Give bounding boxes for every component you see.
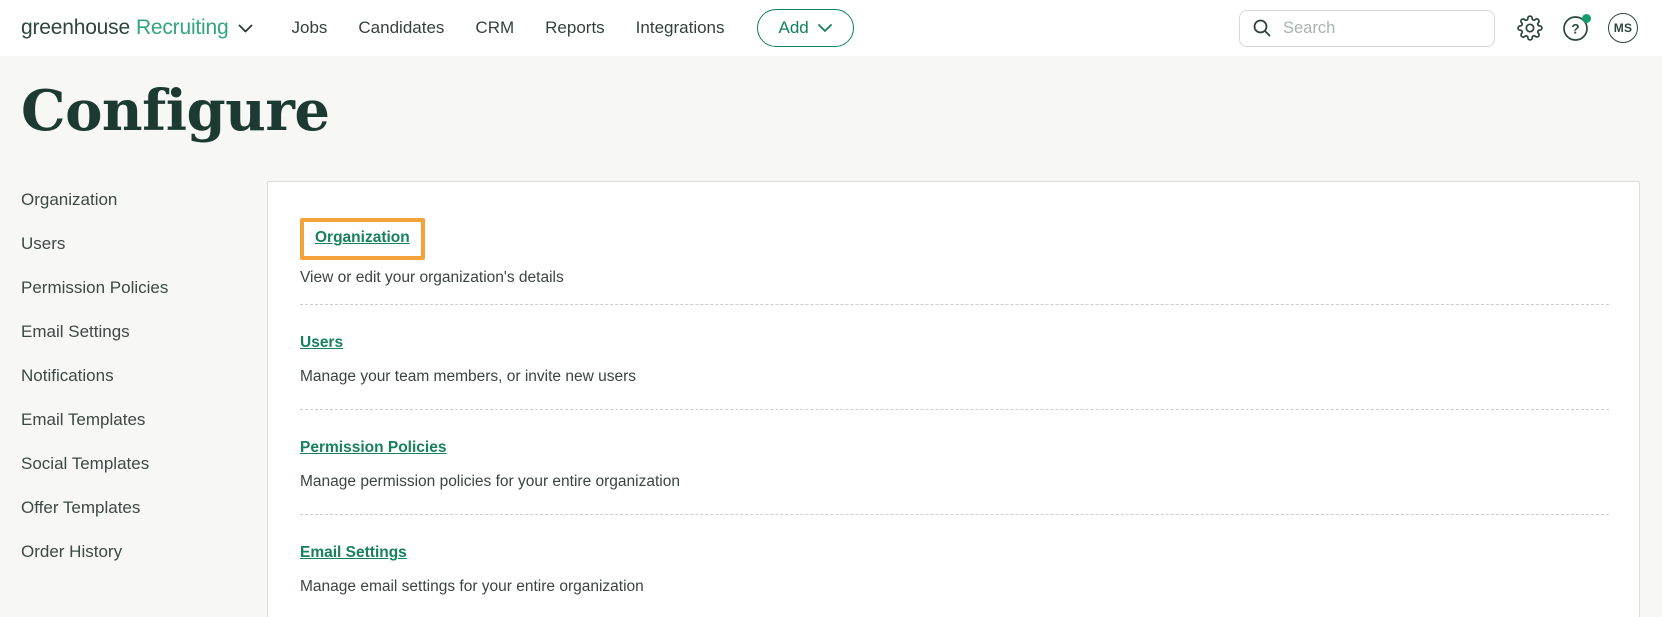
svg-text:?: ?: [1571, 21, 1579, 36]
organization-description: View or edit your organization's details: [300, 269, 564, 287]
email-settings-link[interactable]: Email Settings: [300, 544, 407, 561]
notification-dot: [1582, 13, 1591, 23]
sidebar-item-permission-policies[interactable]: Permission Policies: [21, 277, 267, 298]
email-settings-description: Manage email settings for your entire or…: [300, 578, 644, 596]
content-area: Organization Users Permission Policies E…: [0, 181, 1662, 617]
user-avatar[interactable]: MS: [1608, 13, 1638, 43]
section-email-settings: Email Settings Manage email settings for…: [300, 515, 1609, 617]
logo-product-text: Recruiting: [135, 16, 229, 39]
configure-options-card: Organization View or edit your organizat…: [267, 181, 1640, 617]
main-nav: Jobs Candidates CRM Reports Integrations: [291, 18, 724, 38]
users-description: Manage your team members, or invite new …: [300, 368, 636, 386]
sidebar-item-notifications[interactable]: Notifications: [21, 365, 267, 386]
chevron-down-icon: [238, 24, 253, 33]
chevron-down-icon: [817, 24, 832, 32]
header-icon-group: ? MS: [1517, 13, 1638, 43]
sidebar-item-email-settings[interactable]: Email Settings: [21, 321, 267, 342]
configure-sidebar: Organization Users Permission Policies E…: [21, 181, 267, 585]
sidebar-item-order-history[interactable]: Order History: [21, 541, 267, 562]
sidebar-item-social-templates[interactable]: Social Templates: [21, 453, 267, 474]
search-input[interactable]: [1283, 18, 1482, 38]
sidebar-item-organization[interactable]: Organization: [21, 189, 267, 210]
sidebar-item-users[interactable]: Users: [21, 233, 267, 254]
add-button-label: Add: [778, 18, 809, 37]
page-title: Configure: [21, 78, 330, 144]
sidebar-item-offer-templates[interactable]: Offer Templates: [21, 497, 267, 518]
section-permission-policies: Permission Policies Manage permission po…: [300, 410, 1609, 514]
highlight-annotation-box: Organization: [300, 218, 425, 261]
users-link[interactable]: Users: [300, 334, 343, 351]
nav-item-jobs[interactable]: Jobs: [291, 18, 327, 38]
nav-item-reports[interactable]: Reports: [545, 18, 605, 38]
add-button[interactable]: Add: [756, 9, 854, 47]
greenhouse-logo[interactable]: greenhouse Recruiting: [21, 16, 253, 40]
search-icon: [1252, 18, 1272, 38]
permission-policies-description: Manage permission policies for your enti…: [300, 473, 680, 491]
nav-item-integrations[interactable]: Integrations: [636, 18, 725, 38]
logo-brand-text: greenhouse: [21, 16, 130, 39]
organization-link[interactable]: Organization: [315, 229, 410, 246]
permission-policies-link[interactable]: Permission Policies: [300, 439, 446, 456]
nav-item-crm[interactable]: CRM: [475, 18, 514, 38]
global-search[interactable]: [1239, 9, 1495, 47]
top-nav-bar: greenhouse Recruiting Jobs Candidates CR…: [0, 0, 1662, 56]
nav-item-candidates[interactable]: Candidates: [358, 18, 444, 38]
sidebar-item-email-templates[interactable]: Email Templates: [21, 409, 267, 430]
section-users: Users Manage your team members, or invit…: [300, 305, 1609, 409]
section-organization: Organization View or edit your organizat…: [300, 198, 1609, 304]
settings-gear-icon[interactable]: [1517, 15, 1543, 41]
